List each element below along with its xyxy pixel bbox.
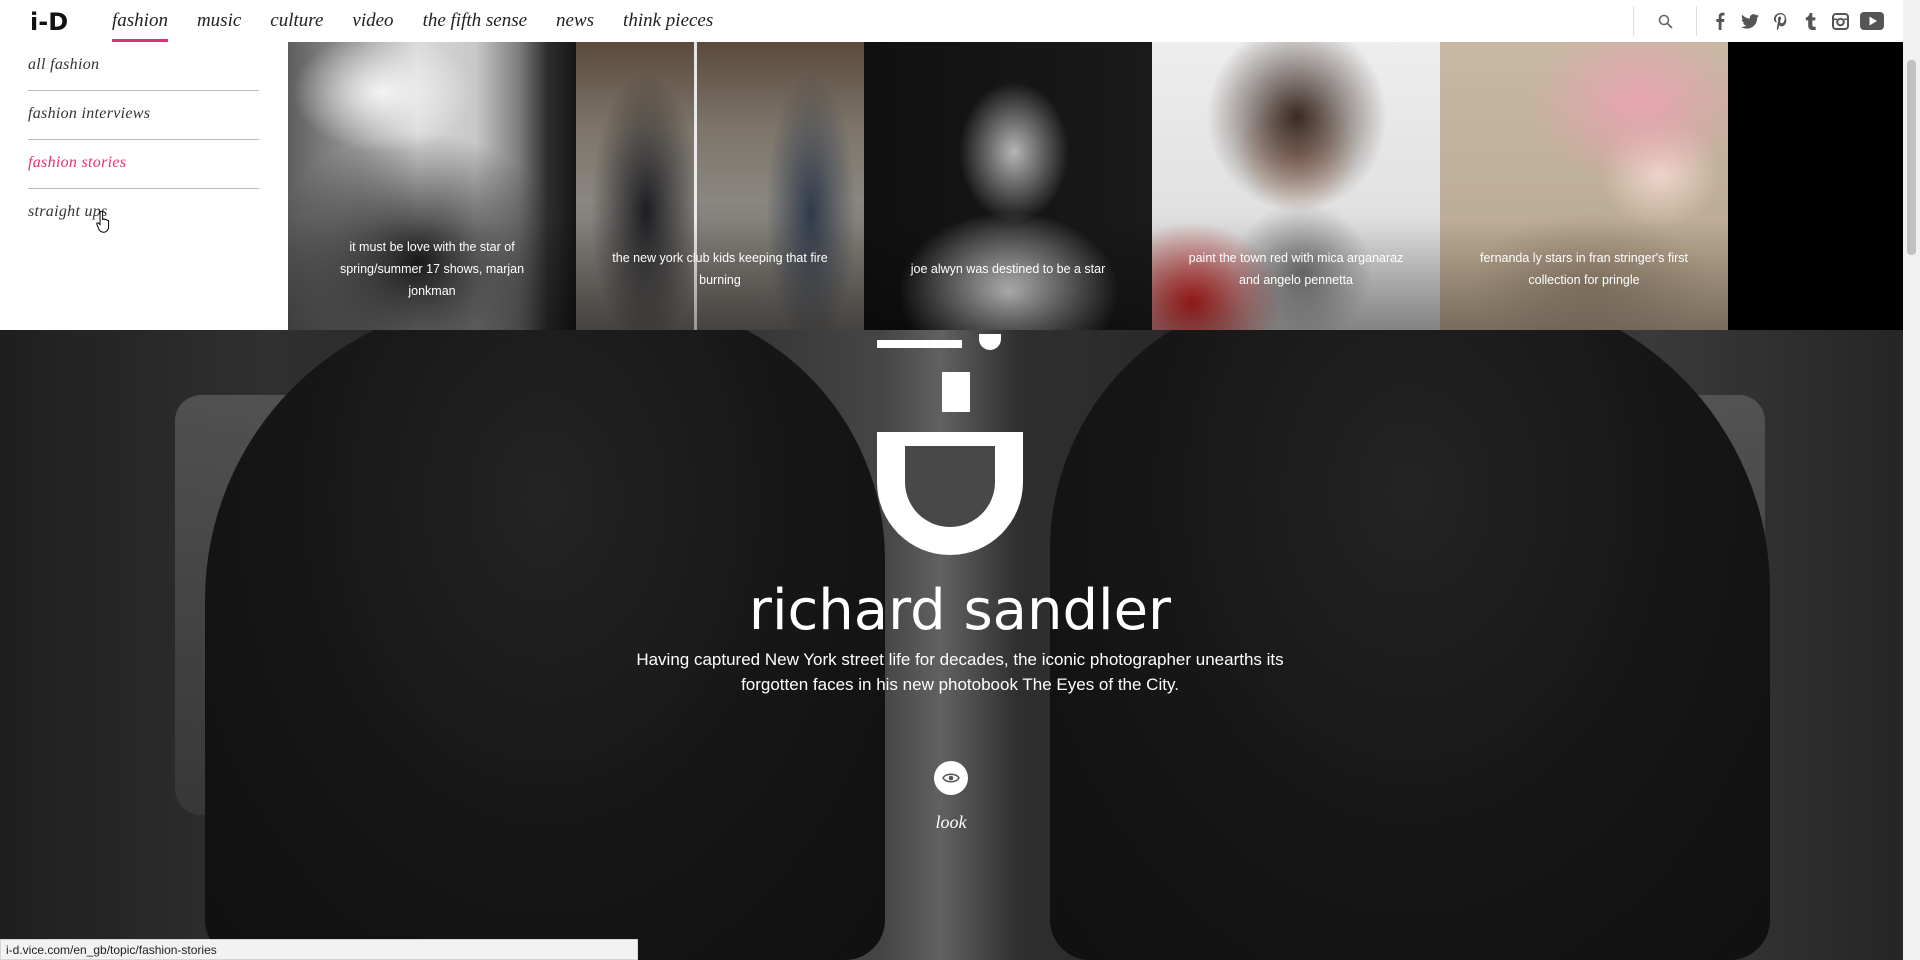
site-logo[interactable]: i-D [30,8,68,36]
story-card[interactable]: the new york club kids keeping that fire… [576,42,864,330]
story-cards: it must be love with the star of spring/… [288,42,1903,330]
hero-logo-accent [979,334,1001,350]
fashion-dropdown: all fashion fashion interviews fashion s… [0,42,1903,330]
nav-right [1625,0,1889,42]
search-icon[interactable] [1652,8,1678,34]
hand-cursor-icon [96,210,112,237]
nav-item-culture[interactable]: culture [270,0,323,42]
nav-item-video[interactable]: video [352,0,393,42]
story-card[interactable]: paint the town red with mica arganaraz a… [1152,42,1440,330]
top-nav: i-D fashion music culture video the fift… [0,0,1903,42]
pinterest-icon[interactable] [1767,8,1793,34]
submenu-item-fashion-stories[interactable]: fashion stories [28,140,259,189]
hero-logo-hyphen [942,372,970,412]
story-card[interactable]: it must be love with the star of spring/… [288,42,576,330]
hero-description: Having captured New York street life for… [636,650,1284,694]
story-card[interactable]: joe alwyn was destined to be a star [864,42,1152,330]
scrollbar[interactable] [1903,0,1920,960]
scrollbar-thumb[interactable] [1907,60,1916,255]
story-caption: joe alwyn was destined to be a star [864,220,1152,330]
youtube-icon[interactable] [1857,8,1887,34]
nav-item-fashion[interactable]: fashion [112,0,168,42]
look-label[interactable]: look [0,812,1902,833]
nav-menu: fashion music culture video the fifth se… [112,0,742,42]
nav-item-music[interactable]: music [197,0,241,42]
submenu-item-all-fashion[interactable]: all fashion [28,42,259,91]
story-card[interactable]: fernanda ly stars in fran stringer's fir… [1440,42,1728,330]
twitter-icon[interactable] [1737,8,1763,34]
submenu-item-straight-ups[interactable]: straight ups [28,189,259,238]
divider [1633,6,1634,36]
story-caption: paint the town red with mica arganaraz a… [1152,220,1440,330]
status-bar: i-d.vice.com/en_gb/topic/fashion-stories [0,939,638,960]
eye-icon [942,773,960,783]
divider [1696,6,1697,36]
hero-title[interactable]: richard sandler [0,578,1920,643]
tumblr-icon[interactable] [1797,8,1823,34]
nav-item-fifth-sense[interactable]: the fifth sense [423,0,527,42]
story-caption: the new york club kids keeping that fire… [576,220,864,330]
hero-logo-dot [877,340,962,348]
nav-item-think-pieces[interactable]: think pieces [623,0,713,42]
facebook-icon[interactable] [1707,8,1733,34]
instagram-icon[interactable] [1827,8,1853,34]
look-button[interactable] [934,761,968,795]
nav-item-news[interactable]: news [556,0,594,42]
hero-logo [877,320,1023,555]
submenu-item-fashion-interviews[interactable]: fashion interviews [28,91,259,140]
story-caption: it must be love with the star of spring/… [288,220,576,330]
fashion-submenu: all fashion fashion interviews fashion s… [28,42,259,238]
story-caption: fernanda ly stars in fran stringer's fir… [1440,220,1728,330]
